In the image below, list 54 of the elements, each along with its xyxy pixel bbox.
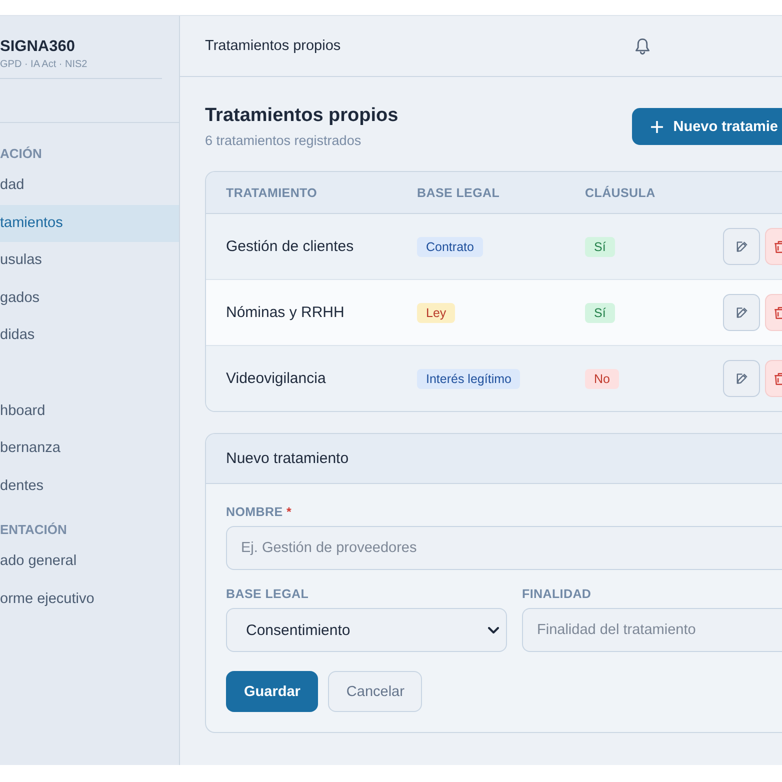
field-label: NOMBRE *	[226, 505, 292, 520]
field-label: BASE LEGAL	[226, 587, 309, 602]
form-title: Nuevo tratamiento	[226, 450, 349, 467]
new-treatment-button[interactable]: Nuevo tratamie	[632, 108, 782, 145]
nav-item[interactable]: tamientos	[0, 204, 179, 242]
nav-item[interactable]: usulas	[0, 242, 179, 280]
nav-item[interactable]: bernanza	[0, 430, 179, 468]
trash-icon	[774, 306, 782, 320]
delete-button[interactable]	[765, 360, 782, 397]
legal-basis-badge: Contrato	[417, 236, 483, 256]
clause-badge: Sí	[585, 236, 615, 256]
delete-button[interactable]	[765, 294, 782, 331]
column-header: TRATAMIENTO	[226, 186, 318, 200]
nav-item[interactable]: hboard	[0, 392, 179, 430]
edit-button[interactable]	[723, 228, 760, 265]
nav-item[interactable]: dentes	[0, 468, 179, 505]
save-button[interactable]: Guardar	[226, 671, 318, 712]
edit-button[interactable]	[723, 294, 760, 331]
nav-item[interactable]: gados	[0, 280, 179, 317]
plus-icon	[651, 120, 664, 132]
pencil-icon	[736, 240, 748, 252]
purpose-input[interactable]: Finalidad del tratamiento	[522, 608, 782, 652]
treatment-name-cell: Nóminas y RRHH	[226, 304, 344, 321]
chevron-down-icon	[488, 626, 499, 634]
nav-item[interactable]: dad	[0, 167, 179, 204]
edit-button[interactable]	[723, 360, 760, 397]
column-header: BASE LEGAL	[417, 186, 500, 200]
treatment-name-cell: Gestión de clientes	[226, 238, 354, 255]
top-bar-title: Tratamientos propios	[205, 38, 341, 54]
trash-icon	[774, 372, 782, 386]
page-title: Tratamientos propios	[205, 104, 398, 128]
trash-icon	[774, 240, 782, 254]
brand-name: SIGNA360	[0, 37, 76, 57]
page-subtitle: 6 tratamientos registrados	[205, 132, 362, 150]
name-input[interactable]: Ej. Gestión de proveedores	[226, 526, 782, 570]
nav-item[interactable]: ado general	[0, 543, 179, 580]
column-header: CLÁUSULA	[585, 186, 656, 200]
clause-badge: No	[585, 368, 619, 388]
pencil-icon	[736, 306, 748, 318]
nav-section-title: ENTACIÓN	[0, 521, 68, 539]
bell-icon[interactable]	[635, 38, 650, 54]
field-label: FINALIDAD	[522, 587, 592, 602]
cancel-button[interactable]: Cancelar	[328, 671, 422, 712]
clause-badge: Sí	[585, 302, 615, 322]
pencil-icon	[736, 372, 748, 384]
legal-basis-select[interactable]: Consentimiento	[226, 608, 507, 652]
treatment-name-cell: Videovigilancia	[226, 370, 326, 387]
nav-item[interactable]: didas	[0, 317, 179, 354]
delete-button[interactable]	[765, 228, 782, 265]
legal-basis-badge: Ley	[417, 302, 456, 322]
brand-tagline: GPD · IA Act · NIS2	[0, 58, 88, 71]
legal-basis-badge: Interés legítimo	[417, 368, 520, 388]
nav-section-title: ACIÓN	[0, 145, 43, 163]
nav-item[interactable]: orme ejecutivo	[0, 580, 179, 618]
